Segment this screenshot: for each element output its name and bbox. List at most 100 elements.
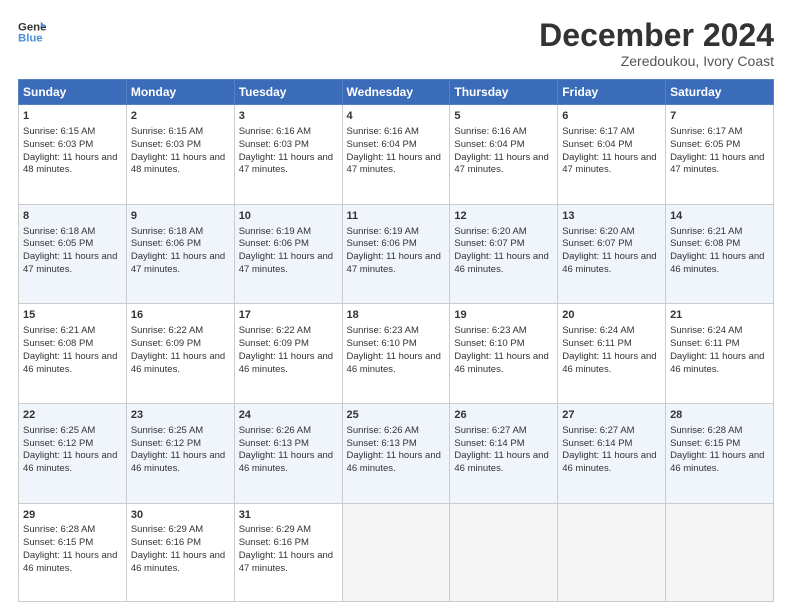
daylight: Daylight: 11 hours and 46 minutes. (562, 450, 656, 474)
table-row: 15Sunrise: 6:21 AMSunset: 6:08 PMDayligh… (19, 304, 127, 404)
svg-text:Blue: Blue (18, 33, 43, 45)
daylight: Daylight: 11 hours and 47 minutes. (239, 550, 333, 574)
table-row: 26Sunrise: 6:27 AMSunset: 6:14 PMDayligh… (450, 403, 558, 503)
title-block: December 2024 Zeredoukou, Ivory Coast (539, 18, 774, 69)
daylight: Daylight: 11 hours and 46 minutes. (454, 251, 548, 275)
sunrise: Sunrise: 6:21 AM (670, 226, 742, 237)
location-subtitle: Zeredoukou, Ivory Coast (539, 53, 774, 69)
table-row: 28 Sunrise: 6:28 AM Sunset: 6:15 PMDayligh… (666, 403, 774, 503)
day-number: 18 (347, 308, 446, 323)
day-number: 7 (670, 109, 769, 124)
col-saturday: Saturday (666, 80, 774, 105)
sunset: Sunset: 6:15 PM (670, 438, 740, 449)
table-row (450, 503, 558, 601)
day-number: 21 (670, 308, 769, 323)
col-friday: Friday (558, 80, 666, 105)
sunrise: Sunrise: 6:26 AM (239, 425, 311, 436)
col-thursday: Thursday (450, 80, 558, 105)
sunset: Sunset: 6:03 PM (131, 139, 201, 150)
day-number: 30 (131, 508, 230, 523)
sunset: Sunset: 6:10 PM (347, 338, 417, 349)
sunset: Sunset: 6:16 PM (131, 537, 201, 548)
sunrise: Sunrise: 6:16 AM (239, 126, 311, 137)
sunset: Sunset: 6:07 PM (454, 238, 524, 249)
daylight: Daylight: 11 hours and 48 minutes. (23, 152, 117, 176)
day-number: 14 (670, 209, 769, 224)
sunrise: Sunrise: 6:22 AM (131, 325, 203, 336)
sunset: Sunset: 6:11 PM (670, 338, 740, 349)
table-row: 31Sunrise: 6:29 AMSunset: 6:16 PMDayligh… (234, 503, 342, 601)
table-row: 22Sunrise: 6:25 AMSunset: 6:12 PMDayligh… (19, 403, 127, 503)
calendar-table: Sunday Monday Tuesday Wednesday Thursday… (18, 79, 774, 602)
daylight: Daylight: 11 hours and 46 minutes. (347, 351, 441, 375)
sunset: Sunset: 6:07 PM (562, 238, 632, 249)
sunset: Sunset: 6:08 PM (23, 338, 93, 349)
day-number: 24 (239, 408, 338, 423)
sunrise: Sunrise: 6:19 AM (239, 226, 311, 237)
table-row: 6Sunrise: 6:17 AMSunset: 6:04 PMDaylight… (558, 105, 666, 205)
daylight: Daylight: 11 hours and 48 minutes. (131, 152, 225, 176)
page: General Blue December 2024 Zeredoukou, I… (0, 0, 792, 612)
table-row: 19Sunrise: 6:23 AMSunset: 6:10 PMDayligh… (450, 304, 558, 404)
daylight: Daylight: 11 hours and 47 minutes. (454, 152, 548, 176)
table-row: 7Sunrise: 6:17 AMSunset: 6:05 PMDaylight… (666, 105, 774, 205)
sunset: Sunset: 6:09 PM (131, 338, 201, 349)
table-row: 29Sunrise: 6:28 AMSunset: 6:15 PMDayligh… (19, 503, 127, 601)
sunrise: Sunrise: 6:28 AM (670, 425, 742, 436)
table-row: 10Sunrise: 6:19 AMSunset: 6:06 PMDayligh… (234, 204, 342, 304)
sunset: Sunset: 6:11 PM (562, 338, 632, 349)
day-number: 20 (562, 308, 661, 323)
day-number: 4 (347, 109, 446, 124)
sunrise: Sunrise: 6:23 AM (347, 325, 419, 336)
sunset: Sunset: 6:03 PM (23, 139, 93, 150)
sunrise: Sunrise: 6:18 AM (131, 226, 203, 237)
table-row: 25Sunrise: 6:26 AMSunset: 6:13 PMDayligh… (342, 403, 450, 503)
daylight: Daylight: 11 hours and 47 minutes. (23, 251, 117, 275)
sunrise: Sunrise: 6:16 AM (347, 126, 419, 137)
day-number: 13 (562, 209, 661, 224)
table-row: 1Sunrise: 6:15 AMSunset: 6:03 PMDaylight… (19, 105, 127, 205)
sunset: Sunset: 6:05 PM (23, 238, 93, 249)
table-row: 18 Sunrise: 6:23 AM Sunset: 6:10 PM Dayligh… (342, 304, 450, 404)
day-number: 3 (239, 109, 338, 124)
daylight: Daylight: 11 hours and 46 minutes. (670, 450, 764, 474)
day-number: 22 (23, 408, 122, 423)
month-title: December 2024 (539, 18, 774, 53)
sunset: Sunset: 6:14 PM (454, 438, 524, 449)
table-row: 17Sunrise: 6:22 AMSunset: 6:09 PMDayligh… (234, 304, 342, 404)
day-number: 10 (239, 209, 338, 224)
daylight: Daylight: 11 hours and 46 minutes. (562, 251, 656, 275)
table-row: 2Sunrise: 6:15 AMSunset: 6:03 PMDaylight… (126, 105, 234, 205)
table-row: 4Sunrise: 6:16 AMSunset: 6:04 PMDaylight… (342, 105, 450, 205)
day-number: 19 (454, 308, 553, 323)
table-row: 20Sunrise: 6:24 AMSunset: 6:11 PMDayligh… (558, 304, 666, 404)
sunrise: Sunrise: 6:26 AM (347, 425, 419, 436)
day-number: 9 (131, 209, 230, 224)
table-row: 3Sunrise: 6:16 AMSunset: 6:03 PMDaylight… (234, 105, 342, 205)
table-row: 21Sunrise: 6:24 AMSunset: 6:11 PMDayligh… (666, 304, 774, 404)
table-row (558, 503, 666, 601)
sunset: Sunset: 6:08 PM (670, 238, 740, 249)
sunrise: Sunrise: 6:29 AM (239, 524, 311, 535)
col-tuesday: Tuesday (234, 80, 342, 105)
sunrise: Sunrise: 6:21 AM (23, 325, 95, 336)
daylight: Daylight: 11 hours and 46 minutes. (562, 351, 656, 375)
sunrise: Sunrise: 6:25 AM (131, 425, 203, 436)
sunrise: Sunrise: 6:17 AM (562, 126, 634, 137)
day-number: 23 (131, 408, 230, 423)
daylight: Daylight: 11 hours and 46 minutes. (23, 550, 117, 574)
day-number: 28 (670, 408, 769, 423)
sunset: Sunset: 6:12 PM (23, 438, 93, 449)
sunrise: Sunrise: 6:23 AM (454, 325, 526, 336)
sunset: Sunset: 6:14 PM (562, 438, 632, 449)
sunset: Sunset: 6:12 PM (131, 438, 201, 449)
logo: General Blue (18, 18, 46, 46)
day-number: 6 (562, 109, 661, 124)
daylight: Daylight: 11 hours and 46 minutes. (131, 450, 225, 474)
daylight: Daylight: 11 hours and 46 minutes. (239, 351, 333, 375)
day-number: 5 (454, 109, 553, 124)
sunset: Sunset: 6:06 PM (347, 238, 417, 249)
sunset: Sunset: 6:15 PM (23, 537, 93, 548)
sunset: Sunset: 6:10 PM (454, 338, 524, 349)
table-row: 30Sunrise: 6:29 AMSunset: 6:16 PMDayligh… (126, 503, 234, 601)
